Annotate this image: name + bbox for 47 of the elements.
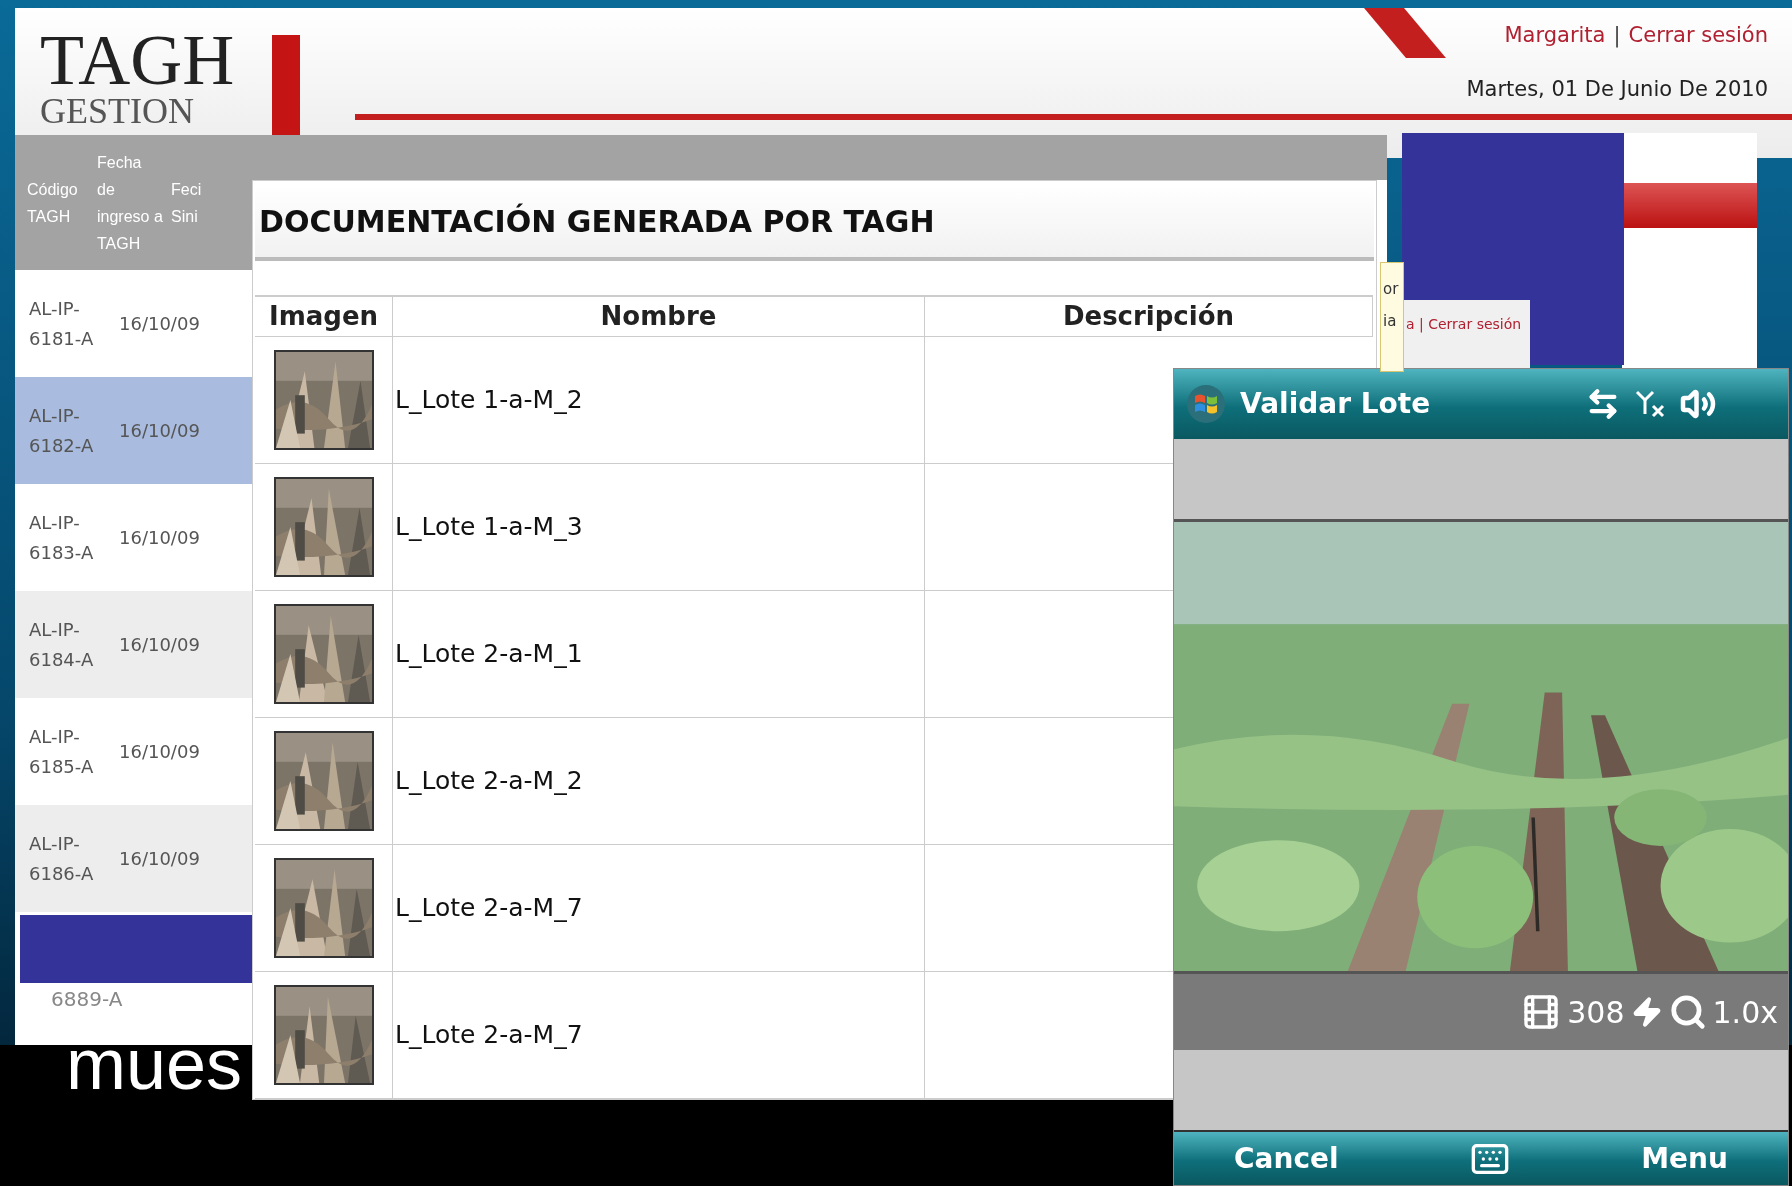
table-cell-text: L_Lote 1-a-M_2 — [395, 384, 583, 417]
column-header: Fecha de ingreso a TAGH — [97, 152, 163, 254]
table-row[interactable]: AL-IP-6184-A 16/10/09 — [15, 591, 252, 698]
column-header: Imagen — [268, 300, 379, 333]
shots-count: 308 — [1567, 993, 1625, 1032]
tooltip-text: ia — [1383, 311, 1398, 332]
table-cell-text: 16/10/09 — [119, 740, 200, 764]
logo-subtitle: GESTION — [40, 92, 195, 129]
header-links-text: a | Cerrar sesión — [1406, 316, 1522, 332]
column-header: Código TAGH — [27, 179, 79, 227]
tooltip-text: or — [1383, 279, 1400, 300]
user-link[interactable]: Margarita — [1504, 20, 1606, 52]
table-cell-text: AL-IP-6181-A — [29, 296, 95, 351]
zoom-icon — [1668, 993, 1707, 1031]
windows-flag-icon[interactable] — [1186, 384, 1226, 424]
table-cell-text: AL-IP-6182-A — [29, 403, 95, 458]
no-signal-icon — [1634, 388, 1666, 420]
cancel-softkey[interactable]: Cancel — [1234, 1137, 1339, 1180]
table-cell-text: 16/10/09 — [119, 847, 200, 871]
logo-text: TAGH — [40, 28, 235, 93]
table-cell-text: AL-IP-6185-A — [29, 724, 95, 779]
slide-caption: mues — [66, 1028, 243, 1100]
table-cell-text: 16/10/09 — [119, 633, 200, 657]
table-cell-text: 16/10/09 — [119, 419, 200, 443]
table-cell: 6889-A — [51, 987, 123, 1011]
table-cell-text: L_Lote 2-a-M_7 — [395, 1019, 583, 1052]
column-header: Nombre — [600, 300, 717, 333]
table-cell-text: AL-IP-6184-A — [29, 617, 95, 672]
table-cell-text: L_Lote 1-a-M_3 — [395, 511, 583, 544]
menu-softkey[interactable]: Menu — [1641, 1137, 1728, 1180]
table-cell-text: L_Lote 2-a-M_2 — [395, 765, 583, 798]
date-label: Martes, 01 De Junio De 2010 — [1466, 76, 1768, 103]
table-cell-text: AL-IP-6183-A — [29, 510, 95, 565]
table-cell-text: 16/10/09 — [119, 312, 200, 336]
table-row[interactable]: AL-IP-6186-A 16/10/09 — [15, 805, 252, 912]
table-cell-text: L_Lote 2-a-M_7 — [395, 892, 583, 925]
window-title: Validar Lote — [1240, 386, 1432, 422]
table-cell-text: AL-IP-6186-A — [29, 831, 95, 886]
separator: | — [1613, 22, 1621, 50]
column-header: Descripción — [1062, 300, 1235, 333]
panel-title: DOCUMENTACIÓN GENERADA POR TAGH — [259, 202, 935, 241]
column-header: Feci Sini — [171, 179, 203, 227]
table-cell-text: L_Lote 2-a-M_1 — [395, 638, 583, 671]
logout-link[interactable]: Cerrar sesión — [1628, 20, 1768, 52]
zoom-level: 1.0x — [1712, 993, 1778, 1032]
table-cell-text: 16/10/09 — [119, 526, 200, 550]
table-row[interactable]: AL-IP-6182-A 16/10/09 — [15, 377, 252, 484]
